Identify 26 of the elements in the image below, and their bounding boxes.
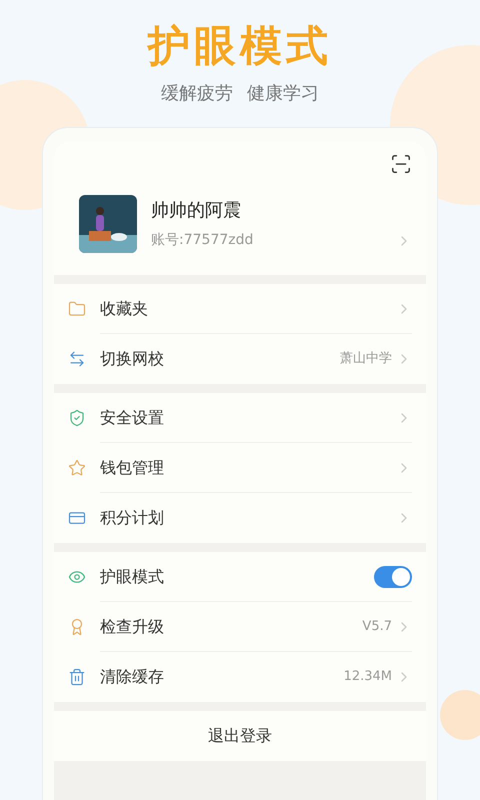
- shield-icon: [68, 409, 86, 427]
- trash-icon: [68, 668, 86, 686]
- toggle-switch[interactable]: [374, 566, 412, 588]
- menu-item-value: 萧山中学: [340, 350, 392, 368]
- folder-icon: [68, 300, 86, 318]
- menu-item-label[interactable]: 检查升级: [100, 614, 362, 638]
- promo-title: 护眼模式: [148, 20, 332, 72]
- menu-item-label[interactable]: 钱包管理: [100, 456, 396, 480]
- account-id: 账号:77577zdd: [151, 231, 254, 250]
- promo-subtitle: 缓解疲劳: [161, 82, 233, 106]
- promo-subtitle: 健康学习: [247, 82, 319, 106]
- eye-icon: [68, 568, 86, 586]
- menu-item-label[interactable]: 清除缓存: [100, 665, 344, 689]
- scan-icon[interactable]: [390, 153, 412, 175]
- swap-icon: [68, 350, 86, 368]
- menu-item-value: 12.34M: [344, 668, 392, 686]
- menu-item-label[interactable]: 切换网校: [100, 347, 340, 371]
- menu-item-value: V5.7: [362, 618, 392, 636]
- menu-item-label[interactable]: 安全设置: [100, 406, 396, 430]
- star-icon: [68, 459, 86, 477]
- menu-item-label[interactable]: 积分计划: [100, 506, 396, 530]
- menu-item-label[interactable]: 护眼模式: [100, 564, 374, 588]
- logout-button[interactable]: 退出登录: [54, 711, 426, 761]
- menu-item-label[interactable]: 收藏夹: [100, 296, 396, 320]
- user-name: 帅帅的阿震: [151, 199, 242, 223]
- card-icon: [68, 509, 86, 527]
